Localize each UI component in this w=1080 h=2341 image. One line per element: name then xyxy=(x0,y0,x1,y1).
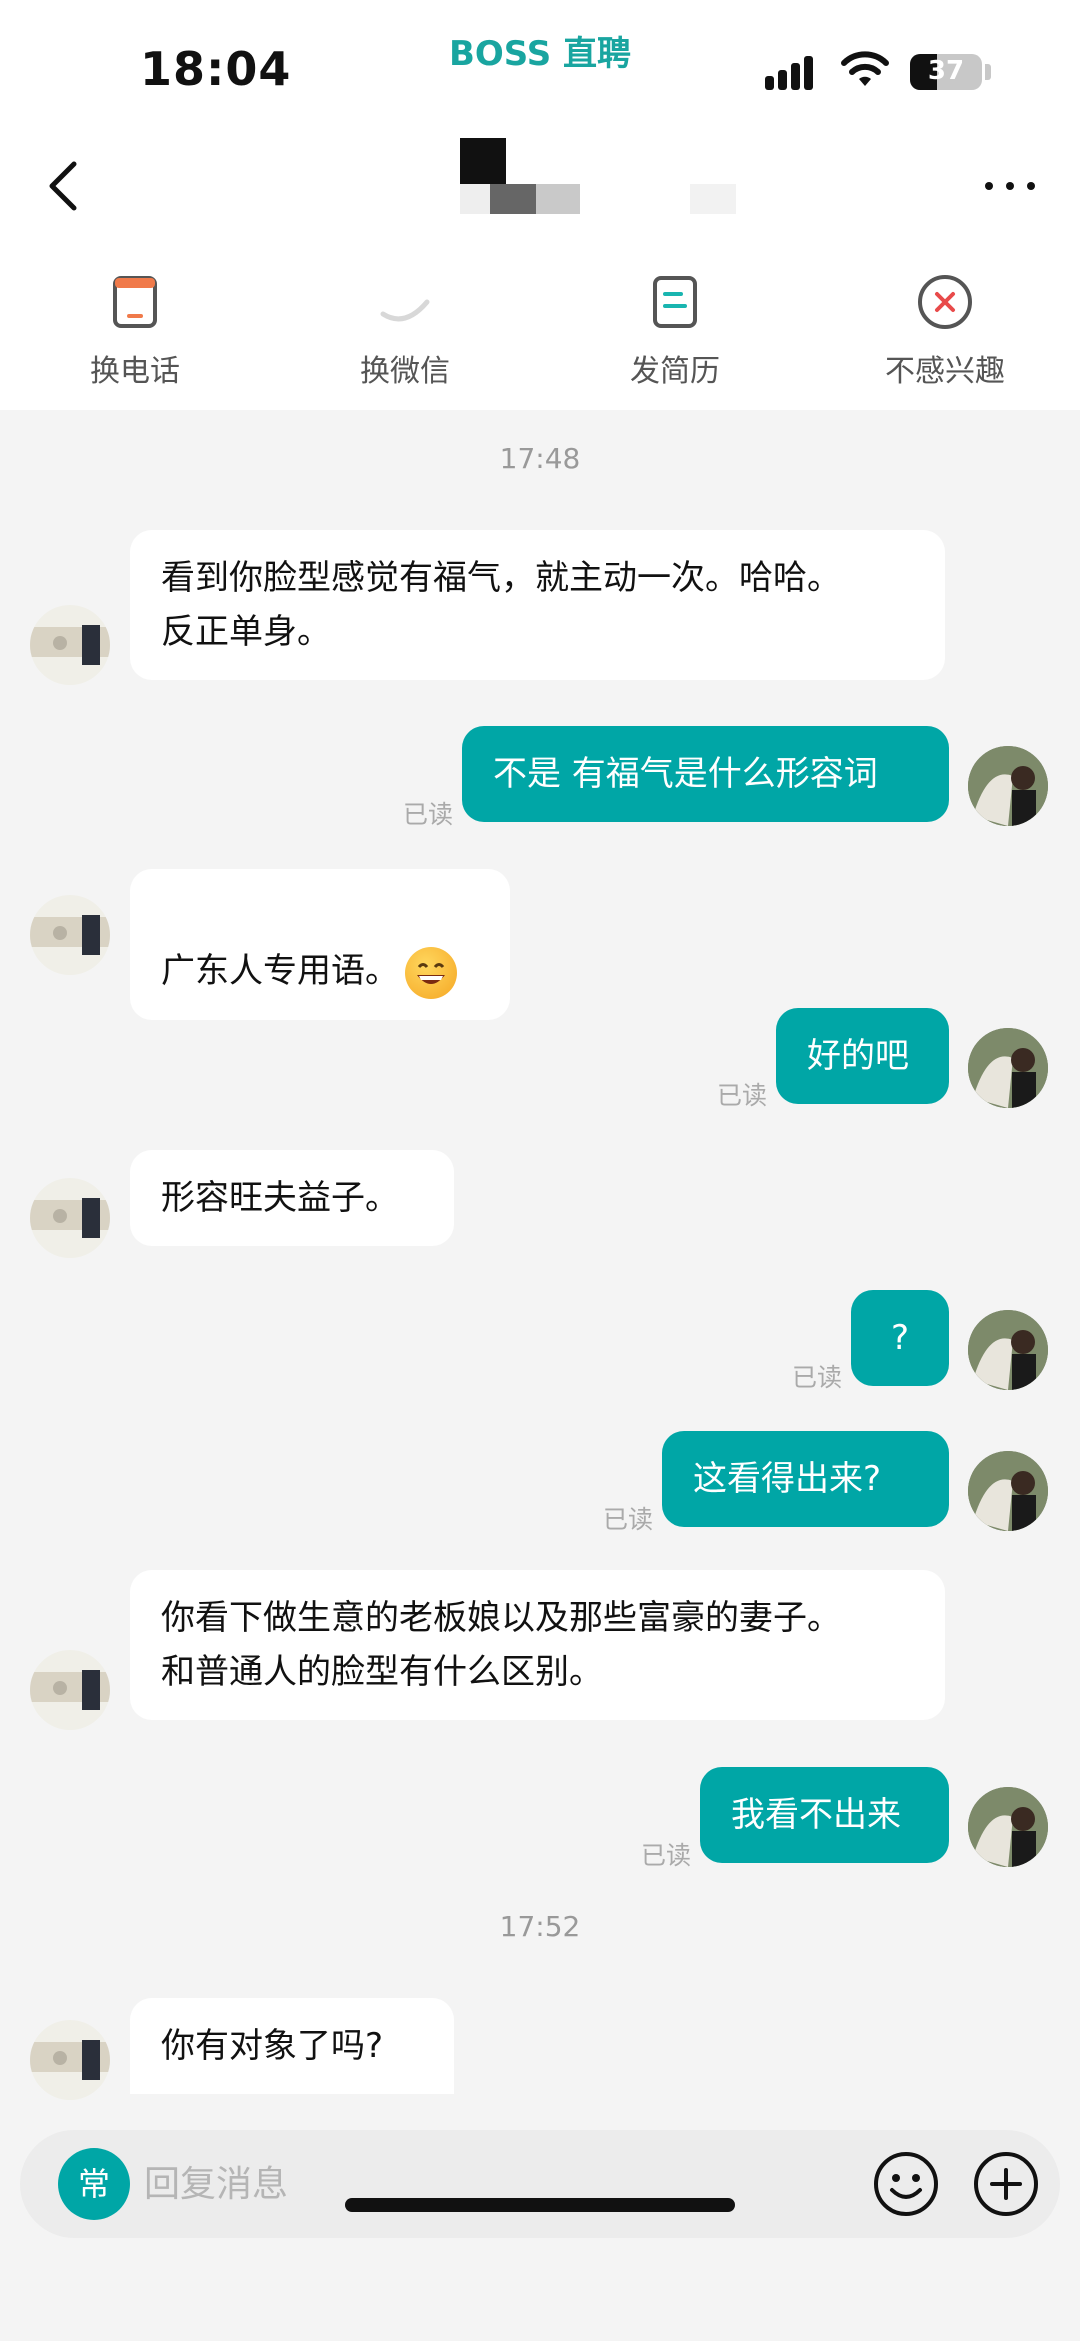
signal-icon xyxy=(765,54,825,90)
outgoing-message[interactable]: 不是 有福气是什么形容词 xyxy=(462,726,949,822)
recruiter-avatar[interactable] xyxy=(30,605,110,685)
read-status: 已读 xyxy=(603,1505,654,1534)
message-composer: 常 xyxy=(20,2130,1060,2238)
my-avatar[interactable] xyxy=(968,1787,1048,1867)
message-list[interactable]: 17:48 看到你脸型感觉有福气，就主动一次。哈哈。 反正单身。 已读 不是 有… xyxy=(0,410,1080,2110)
swap-phone-action[interactable]: 换电话 xyxy=(35,242,235,410)
read-status: 已读 xyxy=(403,800,454,829)
incoming-message[interactable]: 你有对象了吗? xyxy=(130,1998,454,2094)
timestamp: 17:52 xyxy=(499,1910,581,1943)
battery-cap xyxy=(985,64,991,80)
contact-name-pixelated xyxy=(460,138,740,230)
more-horizontal-icon[interactable] xyxy=(975,160,1045,210)
read-status: 已读 xyxy=(641,1841,692,1870)
swap-wechat-action[interactable]: 换微信 xyxy=(305,242,505,410)
recruiter-avatar[interactable] xyxy=(30,2020,110,2100)
my-avatar[interactable] xyxy=(968,746,1048,826)
outgoing-message[interactable]: 好的吧 xyxy=(776,1008,949,1104)
home-indicator[interactable] xyxy=(345,2198,735,2212)
chat-header xyxy=(0,130,1080,242)
chevron-left-icon[interactable] xyxy=(36,150,96,220)
action-label: 发简历 xyxy=(630,354,720,389)
send-resume-action[interactable]: 发简历 xyxy=(575,242,775,410)
recruiter-avatar[interactable] xyxy=(30,1178,110,1258)
wifi-icon xyxy=(841,51,889,86)
recruiter-avatar[interactable] xyxy=(30,895,110,975)
wechat-swap-icon xyxy=(380,299,430,322)
input-bar: 常 xyxy=(0,2110,1080,2341)
not-interested-icon xyxy=(918,275,972,329)
battery-icon: 37 xyxy=(910,54,982,90)
smiley-icon[interactable] xyxy=(870,2148,942,2220)
action-label: 不感兴趣 xyxy=(885,354,1005,389)
plus-icon[interactable] xyxy=(970,2148,1042,2220)
my-avatar[interactable] xyxy=(968,1028,1048,1108)
not-interested-action[interactable]: 不感兴趣 xyxy=(845,242,1045,410)
read-status: 已读 xyxy=(717,1081,768,1110)
quick-actions: 换电话 换微信 发简历 不感兴趣 xyxy=(0,242,1080,410)
recruiter-avatar[interactable] xyxy=(30,1650,110,1730)
quick-reply-button[interactable]: 常 xyxy=(58,2148,130,2220)
read-status: 已读 xyxy=(792,1363,843,1392)
my-avatar[interactable] xyxy=(968,1451,1048,1531)
status-bar: 18:04 BOSS 直聘 37 xyxy=(0,0,1080,130)
outgoing-message[interactable]: ? xyxy=(851,1290,949,1386)
message-text: 广东人专用语。 xyxy=(161,951,399,991)
incoming-message[interactable]: 看到你脸型感觉有福气，就主动一次。哈哈。 反正单身。 xyxy=(130,530,945,680)
incoming-message[interactable]: 你看下做生意的老板娘以及那些富豪的妻子。 和普通人的脸型有什么区别。 xyxy=(130,1570,945,1720)
timestamp: 17:48 xyxy=(499,442,581,475)
outgoing-message[interactable]: 我看不出来 xyxy=(700,1767,949,1863)
incoming-message[interactable]: 广东人专用语。 xyxy=(130,869,510,1020)
my-avatar[interactable] xyxy=(968,1310,1048,1390)
action-label: 换电话 xyxy=(90,354,180,389)
resume-icon xyxy=(653,276,697,328)
grinning-face-emoji-icon xyxy=(405,946,457,999)
battery-percent: 37 xyxy=(927,56,965,86)
incoming-message[interactable]: 形容旺夫益子。 xyxy=(130,1150,454,1246)
outgoing-message[interactable]: 这看得出来? xyxy=(662,1431,949,1527)
phone-swap-icon xyxy=(113,276,157,328)
action-label: 换微信 xyxy=(360,354,450,389)
